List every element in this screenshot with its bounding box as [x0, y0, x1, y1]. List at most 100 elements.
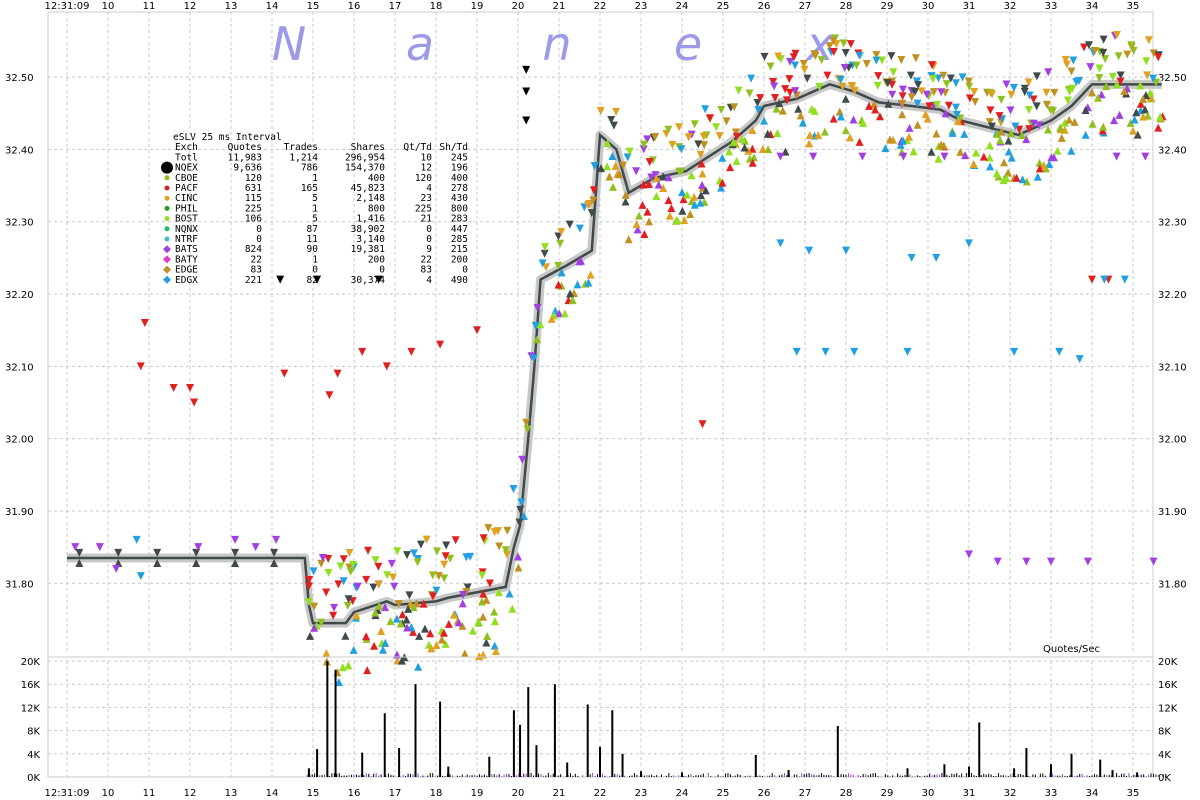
quote-marker [1083, 557, 1092, 566]
volume-tick-label-left: 12K [21, 703, 41, 714]
quote-marker [306, 631, 315, 640]
legend-swatch [164, 185, 170, 191]
quote-marker [370, 641, 379, 650]
x-tick-label-bottom: 24 [676, 788, 689, 799]
quote-marker [722, 117, 731, 126]
quote-marker [403, 551, 412, 560]
y-tick-label-left: 31.80 [5, 579, 34, 590]
x-tick-label-top: 19 [471, 1, 484, 12]
quote-marker [1062, 60, 1071, 69]
quote-marker [575, 224, 584, 233]
quote-marker [686, 209, 695, 218]
x-tick-label-bottom: 22 [594, 788, 607, 799]
quote-marker [112, 564, 121, 573]
quote-marker [805, 139, 814, 148]
quote-marker [678, 188, 687, 197]
quote-marker [1024, 105, 1033, 114]
quote-marker [358, 347, 367, 356]
x-tick-label-bottom: 28 [840, 788, 853, 799]
quote-marker [690, 192, 699, 201]
quote-marker [698, 420, 707, 429]
quote-marker [700, 141, 709, 150]
quote-marker [1067, 67, 1076, 76]
quote-marker [726, 163, 735, 172]
quote-marker [855, 137, 864, 146]
volume-tick-label-left: 0K [27, 773, 40, 784]
x-tick-label-top: 22 [594, 1, 607, 12]
quote-marker [309, 567, 318, 576]
y-tick-label-right: 32.20 [1158, 290, 1187, 301]
quote-marker [1053, 146, 1062, 155]
quote-marker [596, 106, 605, 115]
x-tick-label-top: 28 [840, 1, 853, 12]
quote-marker [776, 239, 785, 248]
x-tick-label-top: 12 [184, 1, 197, 12]
x-tick-label-bottom: 12 [184, 788, 197, 799]
quote-marker [862, 59, 871, 68]
quote-marker [1128, 126, 1137, 135]
quote-marker [678, 206, 687, 215]
quote-marker [640, 229, 649, 238]
quote-marker [969, 159, 978, 168]
quote-marker [420, 624, 429, 633]
quote-marker [905, 123, 914, 132]
x-tick-label-top: 29 [881, 1, 894, 12]
quote-marker [898, 110, 907, 119]
quote-marker [690, 120, 699, 129]
quote-marker [1142, 57, 1151, 66]
quote-marker [1032, 102, 1041, 111]
quote-marker [652, 192, 661, 201]
volume-tick-label-right: 4K [1158, 750, 1171, 761]
quote-marker [889, 68, 898, 77]
y-tick-label-right: 32.10 [1158, 362, 1187, 373]
quote-marker [798, 118, 807, 127]
quote-marker [1010, 83, 1019, 92]
quote-marker [698, 169, 707, 178]
x-tick-label-top: 34 [1086, 1, 1099, 12]
chart-root: 12:31:09 12:31:09 10 10 11 11 12 12 13 13 14 14 15 15… [0, 0, 1200, 800]
quote-marker [805, 246, 814, 255]
quote-marker [960, 129, 969, 138]
quote-marker [333, 369, 342, 378]
x-tick-label-top: 16 [348, 1, 361, 12]
quote-marker [1144, 36, 1153, 45]
quote-marker [632, 167, 641, 176]
x-tick-label-bottom: 14 [266, 788, 279, 799]
quote-marker [855, 51, 864, 60]
x-tick-label-top: 21 [553, 1, 566, 12]
x-tick-label-top: 24 [676, 1, 689, 12]
quote-marker [413, 558, 422, 567]
quote-marker [231, 535, 240, 544]
quote-marker [1088, 275, 1096, 284]
quote-marker [339, 555, 348, 564]
y-tick-label-right: 32.00 [1158, 435, 1187, 446]
x-tick-label-bottom: 33 [1045, 788, 1058, 799]
y-tick-label-left: 32.00 [5, 435, 34, 446]
x-tick-label-top: 33 [1045, 1, 1058, 12]
quote-marker [1130, 115, 1139, 124]
quote-marker [416, 540, 425, 549]
quote-marker [432, 547, 441, 556]
y-tick-label-right: 32.40 [1158, 145, 1187, 156]
quote-marker [760, 52, 769, 61]
quote-marker [665, 211, 674, 220]
quote-marker [986, 106, 995, 115]
quote-marker [874, 72, 883, 81]
quote-marker [958, 73, 967, 82]
y-tick-label-left: 32.50 [5, 73, 34, 84]
quote-marker [842, 246, 850, 255]
legend-swatch [163, 275, 171, 284]
quote-marker [586, 270, 595, 279]
legend-swatch [164, 175, 170, 181]
quote-marker [377, 626, 386, 635]
quote-marker [140, 318, 149, 327]
quote-marker [1123, 50, 1132, 59]
quote-marker [334, 580, 343, 589]
quote-marker [1086, 63, 1095, 72]
quote-marker [888, 90, 897, 99]
quote-marker [698, 180, 707, 189]
quote-marker [732, 156, 741, 165]
y-tick-label-left: 32.30 [5, 218, 34, 229]
quote-marker [136, 572, 145, 581]
legend-swatch [163, 265, 171, 274]
